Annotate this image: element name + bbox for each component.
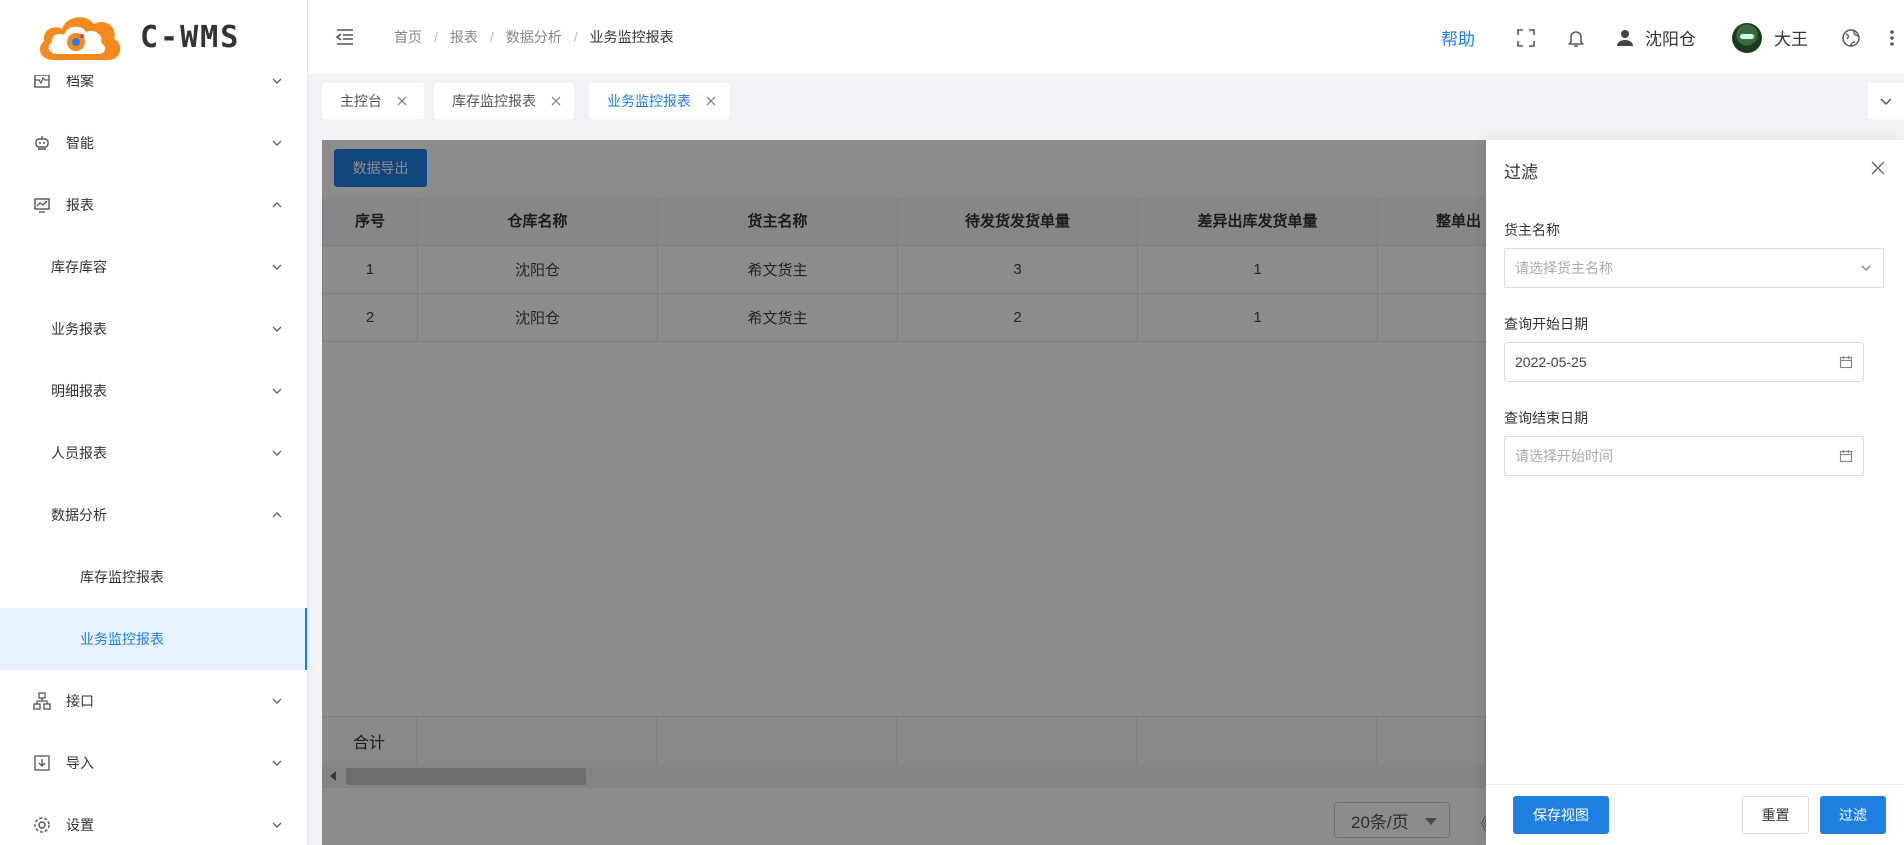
globe-icon[interactable]	[1840, 27, 1862, 49]
warehouse-selector[interactable]: 沈阳仓	[1615, 25, 1696, 50]
breadcrumb-separator: /	[434, 29, 438, 45]
sidebar-item-staff-reports[interactable]: 人员报表	[0, 422, 307, 484]
close-icon[interactable]	[1870, 160, 1886, 176]
bell-icon[interactable]	[1565, 27, 1587, 49]
chevron-down-icon	[272, 78, 282, 84]
sidebar-item-business-reports[interactable]: 业务报表	[0, 298, 307, 360]
calendar-icon	[1839, 356, 1853, 369]
menu-fold-icon[interactable]	[334, 26, 356, 48]
sidebar-item-interface[interactable]: 接口	[0, 670, 307, 732]
breadcrumb-item[interactable]: 报表	[450, 27, 478, 47]
sidebar-item-detail-reports[interactable]: 明细报表	[0, 360, 307, 422]
chevron-up-icon	[272, 202, 282, 208]
breadcrumb-current: 业务监控报表	[589, 29, 674, 45]
drawer-footer: 保存视图 重置 过滤	[1486, 784, 1904, 845]
warehouse-name: 沈阳仓	[1645, 30, 1696, 49]
sidebar-item-label: 库存监控报表	[80, 569, 164, 585]
breadcrumb-separator: /	[489, 29, 494, 45]
tab-label: 业务监控报表	[607, 93, 691, 109]
sidebar-item-label: 库存库容	[51, 259, 107, 275]
end-date-input[interactable]: 请选择开始时间	[1504, 436, 1864, 476]
tabs-bar: 主控台 库存监控报表 业务监控报表	[308, 76, 1904, 128]
sidebar-item-settings[interactable]: 设置	[0, 794, 307, 845]
chevron-down-icon	[272, 326, 282, 332]
filter-drawer: 过滤 货主名称 请选择货主名称 查询开始日期 2022-05-25 查询结束日期…	[1486, 140, 1904, 845]
breadcrumb-item[interactable]: 首页	[394, 27, 422, 47]
close-icon[interactable]	[396, 95, 408, 107]
import-icon	[32, 753, 52, 773]
chevron-down-icon	[1880, 98, 1892, 106]
sidebar: 档案 智能 报表 库存库容 业务报表 明细报表 人员报表 数据分析 库存监控报表…	[0, 0, 308, 845]
chevron-down-icon	[272, 698, 282, 704]
start-date-input[interactable]: 2022-05-25	[1504, 342, 1864, 382]
sidebar-item-label: 人员报表	[51, 445, 107, 461]
sidebar-item-business-monitor[interactable]: 业务监控报表	[0, 608, 307, 670]
chevron-down-icon	[272, 760, 282, 766]
sidebar-item-data-analysis[interactable]: 数据分析	[0, 484, 307, 546]
start-date-value: 2022-05-25	[1515, 354, 1587, 370]
chevron-down-icon	[272, 450, 282, 456]
gear-icon	[32, 815, 52, 835]
cloud-logo-icon	[39, 16, 121, 60]
robot-icon	[32, 133, 52, 153]
owner-select-placeholder: 请选择货主名称	[1515, 260, 1613, 276]
sidebar-item-smart[interactable]: 智能	[0, 112, 307, 174]
user-icon	[1617, 29, 1633, 46]
tab-label: 主控台	[340, 93, 382, 109]
chevron-down-icon	[272, 264, 282, 270]
chevron-down-icon	[272, 388, 282, 394]
top-header: 首页 / 报表 / 数据分析 / 业务监控报表 帮助 沈阳仓 大王	[308, 0, 1904, 75]
save-view-button[interactable]: 保存视图	[1513, 796, 1609, 834]
sidebar-item-label: 业务监控报表	[80, 631, 164, 647]
user-menu[interactable]: 大王	[1732, 22, 1808, 53]
drawer-mask[interactable]	[322, 140, 1486, 845]
owner-select[interactable]: 请选择货主名称	[1504, 248, 1884, 288]
chevron-down-icon	[272, 822, 282, 828]
tabs-more-button[interactable]	[1868, 83, 1904, 119]
tab-inventory-monitor[interactable]: 库存监控报表	[434, 83, 574, 119]
sidebar-item-inventory-capacity[interactable]: 库存库容	[0, 236, 307, 298]
close-icon[interactable]	[705, 95, 717, 107]
tab-console[interactable]: 主控台	[322, 83, 424, 119]
logo: C-WMS	[0, 0, 307, 75]
fullscreen-icon[interactable]	[1515, 27, 1537, 49]
field-label: 查询开始日期	[1504, 316, 1588, 332]
reset-button[interactable]: 重置	[1742, 796, 1809, 834]
calendar-icon	[1839, 450, 1853, 463]
logo-text: C-WMS	[140, 20, 241, 55]
tab-label: 库存监控报表	[452, 93, 536, 109]
breadcrumb-separator: /	[573, 29, 578, 45]
filter-button[interactable]: 过滤	[1820, 796, 1886, 834]
user-name: 大王	[1774, 30, 1808, 49]
close-icon[interactable]	[550, 95, 562, 107]
chevron-down-icon	[272, 140, 282, 146]
breadcrumb-item[interactable]: 数据分析	[506, 27, 562, 47]
sidebar-item-reports[interactable]: 报表	[0, 174, 307, 236]
field-label: 货主名称	[1504, 222, 1560, 238]
sidebar-item-label: 业务报表	[51, 321, 107, 337]
sidebar-item-inventory-monitor[interactable]: 库存监控报表	[0, 546, 307, 608]
field-label: 查询结束日期	[1504, 410, 1588, 426]
chart-monitor-icon	[32, 195, 52, 215]
end-date-placeholder: 请选择开始时间	[1515, 448, 1613, 464]
breadcrumb: 首页 / 报表 / 数据分析 / 业务监控报表	[394, 27, 674, 47]
header-actions: 帮助 沈阳仓 大王	[1441, 0, 1904, 75]
chevron-down-icon	[1861, 265, 1871, 271]
tab-business-monitor[interactable]: 业务监控报表	[589, 83, 730, 119]
avatar	[1732, 22, 1762, 53]
sitemap-icon	[32, 691, 52, 711]
sidebar-item-label: 数据分析	[51, 507, 107, 523]
more-vertical-icon[interactable]	[1886, 27, 1898, 49]
sidebar-item-import[interactable]: 导入	[0, 732, 307, 794]
drawer-title: 过滤	[1504, 163, 1538, 182]
help-link[interactable]: 帮助	[1441, 25, 1475, 50]
sidebar-menu: 档案 智能 报表 库存库容 业务报表 明细报表 人员报表 数据分析 库存监控报表…	[0, 50, 307, 845]
sidebar-item-label: 明细报表	[51, 383, 107, 399]
chevron-up-icon	[272, 512, 282, 518]
